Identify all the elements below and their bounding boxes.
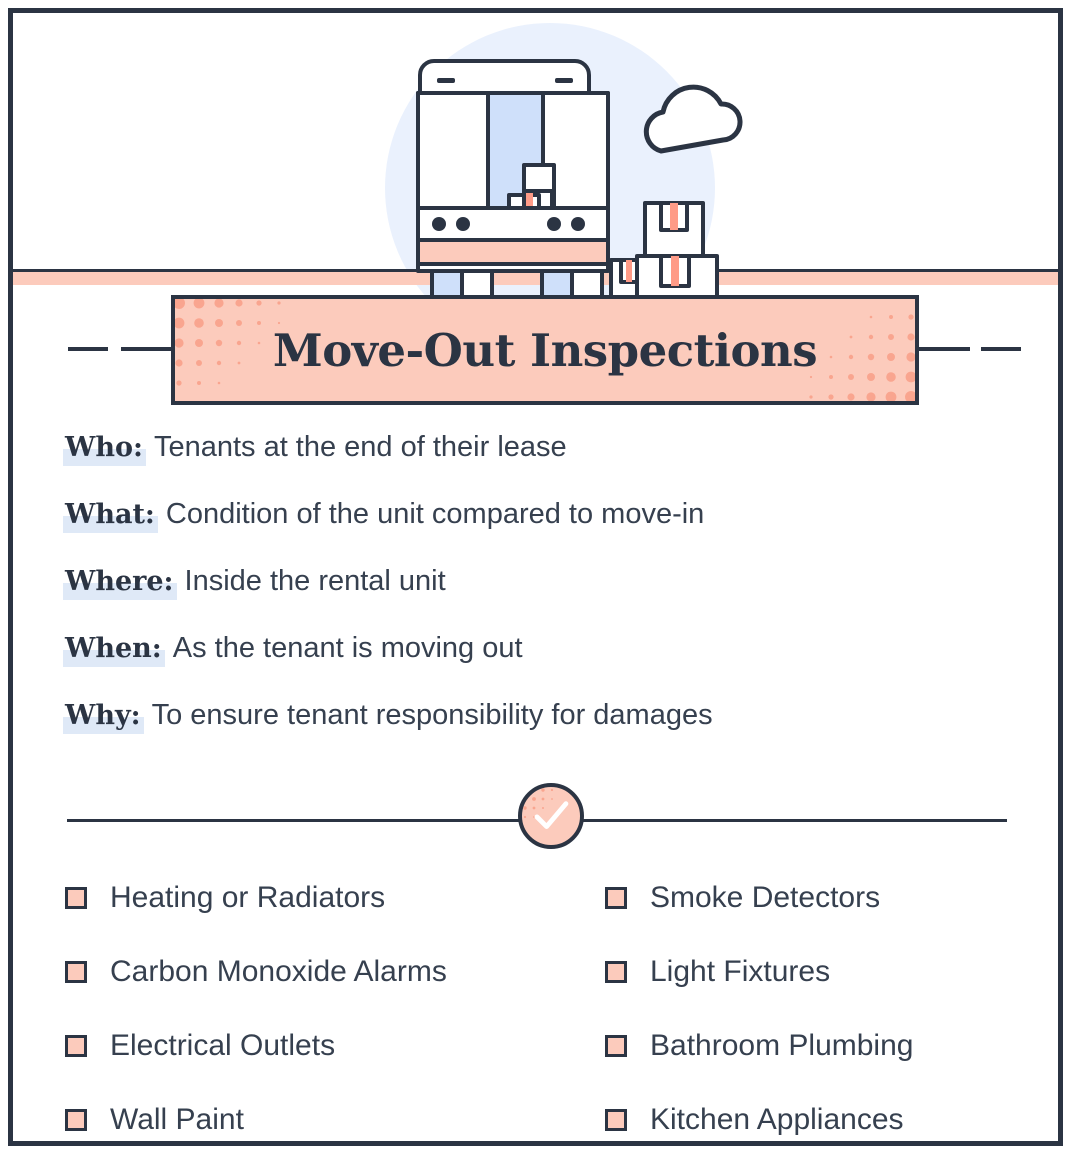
moving-truck-illustration-svg bbox=[13, 23, 1058, 353]
detail-text-why: To ensure tenant responsibility for dama… bbox=[151, 699, 713, 731]
detail-label-where: Where: bbox=[63, 566, 177, 600]
truck-roof bbox=[418, 59, 591, 95]
banner-dash-left-outer bbox=[68, 347, 108, 351]
detail-row-why: Why: To ensure tenant responsibility for… bbox=[63, 699, 1015, 766]
truck-bolt-3 bbox=[547, 217, 561, 231]
truck-handle-left bbox=[437, 78, 455, 83]
checklist-item[interactable]: Bathroom Plumbing bbox=[605, 1009, 1025, 1083]
truck-bolt-1 bbox=[432, 217, 446, 231]
inspection-checklist: Heating or Radiators Smoke Detectors Car… bbox=[65, 861, 1025, 1141]
banner-dash-right-inner bbox=[918, 347, 970, 351]
checkbox-icon[interactable] bbox=[605, 887, 627, 909]
upper-box-tape bbox=[670, 203, 678, 230]
detail-row-what: What: Condition of the unit compared to … bbox=[63, 498, 1015, 565]
title-banner: Move-Out Inspections bbox=[171, 295, 919, 405]
detail-text-when: As the tenant is moving out bbox=[172, 632, 523, 664]
detail-text-what: Condition of the unit compared to move-i… bbox=[165, 498, 705, 530]
small-box-tape bbox=[626, 260, 632, 282]
moving-truck bbox=[416, 59, 610, 302]
details-list: Who: Tenants at the end of their lease W… bbox=[63, 431, 1015, 766]
checklist-item[interactable]: Smoke Detectors bbox=[605, 861, 1025, 935]
check-circle-icon bbox=[518, 783, 584, 849]
truck-door-left bbox=[416, 91, 490, 210]
checklist-item[interactable]: Wall Paint bbox=[65, 1083, 605, 1141]
checklist-label: Bathroom Plumbing bbox=[650, 1029, 914, 1062]
detail-row-when: When: As the tenant is moving out bbox=[63, 632, 1015, 699]
checkbox-icon[interactable] bbox=[65, 887, 87, 909]
detail-text-where: Inside the rental unit bbox=[184, 565, 446, 597]
checkbox-icon[interactable] bbox=[65, 961, 87, 983]
checklist-label: Light Fixtures bbox=[650, 955, 831, 988]
truck-bolt-4 bbox=[571, 217, 585, 231]
detail-label-when: When: bbox=[63, 633, 165, 667]
checkbox-icon[interactable] bbox=[605, 961, 627, 983]
checkbox-icon[interactable] bbox=[65, 1109, 87, 1131]
checkbox-icon[interactable] bbox=[65, 1035, 87, 1057]
checklist-label: Smoke Detectors bbox=[650, 881, 881, 914]
page-title: Move-Out Inspections bbox=[272, 323, 818, 377]
checklist-item[interactable]: Kitchen Appliances bbox=[605, 1083, 1025, 1141]
detail-row-where: Where: Inside the rental unit bbox=[63, 565, 1015, 632]
lower-box-tape bbox=[671, 256, 679, 286]
checklist-label: Heating or Radiators bbox=[110, 881, 386, 914]
checklist-label: Wall Paint bbox=[110, 1103, 244, 1136]
checklist-item[interactable]: Electrical Outlets bbox=[65, 1009, 605, 1083]
checkmark-icon bbox=[534, 801, 569, 829]
truck-bolt-2 bbox=[456, 217, 470, 231]
checkbox-icon[interactable] bbox=[605, 1109, 627, 1131]
section-divider bbox=[13, 783, 1058, 859]
checklist-item[interactable]: Heating or Radiators bbox=[65, 861, 605, 935]
detail-label-who: Who: bbox=[63, 432, 146, 466]
header-illustration bbox=[13, 13, 1058, 353]
detail-label-what: What: bbox=[63, 499, 158, 533]
detail-row-who: Who: Tenants at the end of their lease bbox=[63, 431, 1015, 498]
checklist-label: Carbon Monoxide Alarms bbox=[110, 955, 447, 988]
ground-strip bbox=[13, 271, 1058, 285]
truck-skirt bbox=[416, 238, 610, 266]
checkbox-icon[interactable] bbox=[605, 1035, 627, 1057]
checklist-label: Electrical Outlets bbox=[110, 1029, 336, 1062]
banner-dash-left-inner bbox=[121, 347, 173, 351]
truck-handle-right bbox=[555, 78, 573, 83]
title-banner-row: Move-Out Inspections bbox=[13, 285, 1058, 415]
detail-label-why: Why: bbox=[63, 700, 144, 734]
detail-text-who: Tenants at the end of their lease bbox=[153, 431, 567, 463]
checklist-label: Kitchen Appliances bbox=[650, 1103, 904, 1136]
checklist-item[interactable]: Light Fixtures bbox=[605, 935, 1025, 1009]
checklist-item[interactable]: Carbon Monoxide Alarms bbox=[65, 935, 605, 1009]
infographic-card: Move-Out Inspections Who: Tenants at the… bbox=[8, 8, 1063, 1146]
banner-dash-right-outer bbox=[981, 347, 1021, 351]
